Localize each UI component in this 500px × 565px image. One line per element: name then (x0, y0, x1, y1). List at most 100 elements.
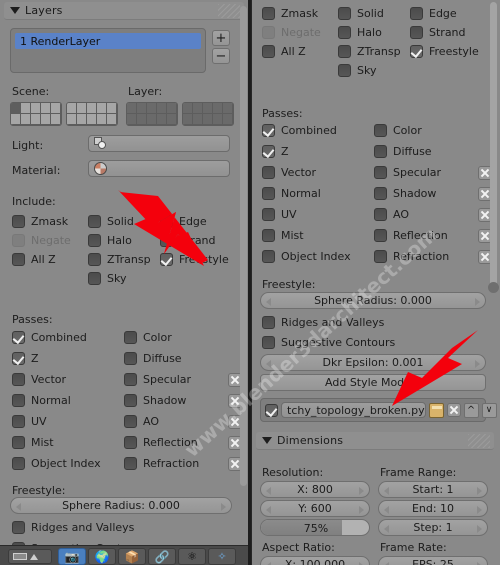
layers-panel-header[interactable]: Layers (4, 2, 244, 20)
r-pass-checkbox-ao[interactable]: AO (374, 204, 492, 225)
pass-checkbox-reflection[interactable]: Reflection (124, 432, 242, 453)
frame-step-slider[interactable]: Step: 1 (378, 519, 488, 536)
pass-checkbox-refraction[interactable]: Refraction (124, 453, 242, 474)
frame-rate-label: Frame Rate: (380, 541, 447, 554)
r-include-checkbox-all-z[interactable]: All Z (262, 42, 332, 61)
add-layer-button[interactable]: + (212, 30, 230, 46)
r-pass-checkbox-diffuse[interactable]: Diffuse (374, 141, 492, 162)
open-file-icon[interactable] (428, 402, 444, 418)
scene-layer-grid-a[interactable] (10, 102, 62, 126)
r-ridges-and-valleys-checkbox[interactable]: Ridges and Valleys (262, 313, 384, 332)
move-down-icon[interactable]: ∨ (481, 402, 497, 418)
item-label: Solid (357, 7, 384, 20)
right-properties-panel: Zmask Negate All Z Solid Halo ZTransp Sk… (252, 0, 500, 565)
left-panel-scrollbar[interactable] (240, 6, 247, 486)
checkbox-icon (88, 253, 101, 266)
r-pass-checkbox-reflection[interactable]: Reflection (374, 225, 492, 246)
include-checkbox-solid[interactable]: Solid (88, 212, 164, 231)
include-checkbox-all-z[interactable]: All Z (12, 250, 82, 269)
r-pass-checkbox-combined[interactable]: Combined (262, 120, 372, 141)
checkbox-icon (410, 45, 423, 58)
right-panel-scrollbar-thumb[interactable] (488, 282, 499, 293)
r-pass-checkbox-shadow[interactable]: Shadow (374, 183, 492, 204)
chevron-left-icon (384, 525, 389, 533)
r-include-checkbox-zmask[interactable]: Zmask (262, 4, 332, 23)
render-layer-grid-a[interactable] (126, 102, 178, 126)
include-checkbox-sky[interactable]: Sky (88, 269, 164, 288)
pass-checkbox-diffuse[interactable]: Diffuse (124, 348, 242, 369)
checkbox-icon (338, 26, 351, 39)
list-item[interactable]: 1 RenderLayer (15, 33, 201, 49)
add-style-module-button[interactable]: Add Style Module (260, 374, 486, 391)
r-pass-checkbox-z[interactable]: Z (262, 141, 372, 162)
remove-style-module-icon[interactable] (446, 403, 461, 417)
ridges-and-valleys-checkbox[interactable]: Ridges and Valleys (12, 518, 134, 537)
include-checkbox-strand[interactable]: Strand (160, 231, 246, 250)
aspect-x-slider[interactable]: X: 100.000 (260, 556, 370, 565)
r-include-checkbox-strand[interactable]: Strand (410, 23, 496, 42)
style-module-filename-field[interactable]: tchy_topology_broken.py (281, 402, 426, 418)
render-layer-grid-b[interactable] (182, 102, 234, 126)
pass-checkbox-vector[interactable]: Vector (12, 369, 122, 390)
tab-particles[interactable]: ✧ (208, 548, 236, 565)
resolution-percentage-slider[interactable]: 75% (260, 519, 370, 536)
include-checkbox-edge[interactable]: Edge (160, 212, 246, 231)
include-checkbox-halo[interactable]: Halo (88, 231, 164, 250)
include-checkbox-zmask[interactable]: Zmask (12, 212, 82, 231)
frame-end-slider[interactable]: End: 10 (378, 500, 488, 517)
r-pass-checkbox-uv[interactable]: UV (262, 204, 372, 225)
tab-object-properties[interactable]: 📦 (118, 548, 146, 565)
r-pass-checkbox-specular[interactable]: Specular (374, 162, 492, 183)
r-sphere-radius-slider[interactable]: Sphere Radius: 0.000 (260, 292, 486, 309)
pass-checkbox-z[interactable]: Z (12, 348, 122, 369)
pass-checkbox-ao[interactable]: AO (124, 411, 242, 432)
pass-checkbox-shadow[interactable]: Shadow (124, 390, 242, 411)
pass-checkbox-specular[interactable]: Specular (124, 369, 242, 390)
material-override-field[interactable] (88, 160, 230, 177)
r-include-checkbox-halo[interactable]: Halo (338, 23, 414, 42)
r-include-checkbox-sky[interactable]: Sky (338, 61, 414, 80)
remove-layer-button[interactable]: − (212, 48, 230, 64)
sphere-radius-slider[interactable]: Sphere Radius: 0.000 (10, 497, 232, 514)
light-override-field[interactable] (88, 135, 230, 152)
include-checkbox-freestyle[interactable]: Freestyle (160, 250, 246, 269)
tab-world-properties[interactable]: 🌍 (88, 548, 116, 565)
r-passes-col-2: Color Diffuse Specular Shadow AO Reflect… (374, 120, 492, 267)
r-include-checkbox-solid[interactable]: Solid (338, 4, 414, 23)
include-checkbox-ztransp[interactable]: ZTransp (88, 250, 164, 269)
resolution-y-slider[interactable]: Y: 600 (260, 500, 370, 517)
pass-checkbox-uv[interactable]: UV (12, 411, 122, 432)
r-suggestive-contours-checkbox[interactable]: Suggestive Contours (262, 333, 395, 352)
right-panel-scrollbar-track[interactable] (490, 2, 497, 290)
tab-render-properties[interactable]: 📷 (58, 548, 86, 565)
r-include-checkbox-freestyle[interactable]: Freestyle (410, 42, 496, 61)
r-pass-checkbox-color[interactable]: Color (374, 120, 492, 141)
pass-checkbox-object-index[interactable]: Object Index (12, 453, 122, 474)
pass-checkbox-color[interactable]: Color (124, 327, 242, 348)
r-pass-checkbox-vector[interactable]: Vector (262, 162, 372, 183)
dkr-epsilon-slider[interactable]: Dkr Epsilon: 0.001 (260, 354, 486, 371)
resolution-x-slider[interactable]: X: 800 (260, 481, 370, 498)
scene-layer-grid-b[interactable] (66, 102, 118, 126)
panel-divider[interactable] (248, 0, 251, 565)
frame-start-slider[interactable]: Start: 1 (378, 481, 488, 498)
editor-type-button[interactable] (8, 549, 52, 564)
pass-checkbox-mist[interactable]: Mist (12, 432, 122, 453)
pass-checkbox-combined[interactable]: Combined (12, 327, 122, 348)
tab-physics[interactable]: ⚛ (178, 548, 206, 565)
pass-checkbox-normal[interactable]: Normal (12, 390, 122, 411)
r-passes-col-1: Combined Z Vector Normal UV Mist Object … (262, 120, 372, 267)
checkbox-icon (12, 521, 25, 534)
tab-constraints[interactable]: 🔗 (148, 548, 176, 565)
r-include-checkbox-edge[interactable]: Edge (410, 4, 496, 23)
checkbox-icon (12, 415, 25, 428)
r-include-checkbox-ztransp[interactable]: ZTransp (338, 42, 414, 61)
r-pass-checkbox-refraction[interactable]: Refraction (374, 246, 492, 267)
move-up-icon[interactable]: ^ (463, 402, 479, 418)
r-pass-checkbox-object-index[interactable]: Object Index (262, 246, 372, 267)
fps-slider[interactable]: EPS: 25 (378, 556, 488, 565)
r-pass-checkbox-mist[interactable]: Mist (262, 225, 372, 246)
r-pass-checkbox-normal[interactable]: Normal (262, 183, 372, 204)
dimensions-panel-header[interactable]: Dimensions (256, 432, 494, 450)
style-module-enable-checkbox[interactable] (265, 403, 278, 417)
